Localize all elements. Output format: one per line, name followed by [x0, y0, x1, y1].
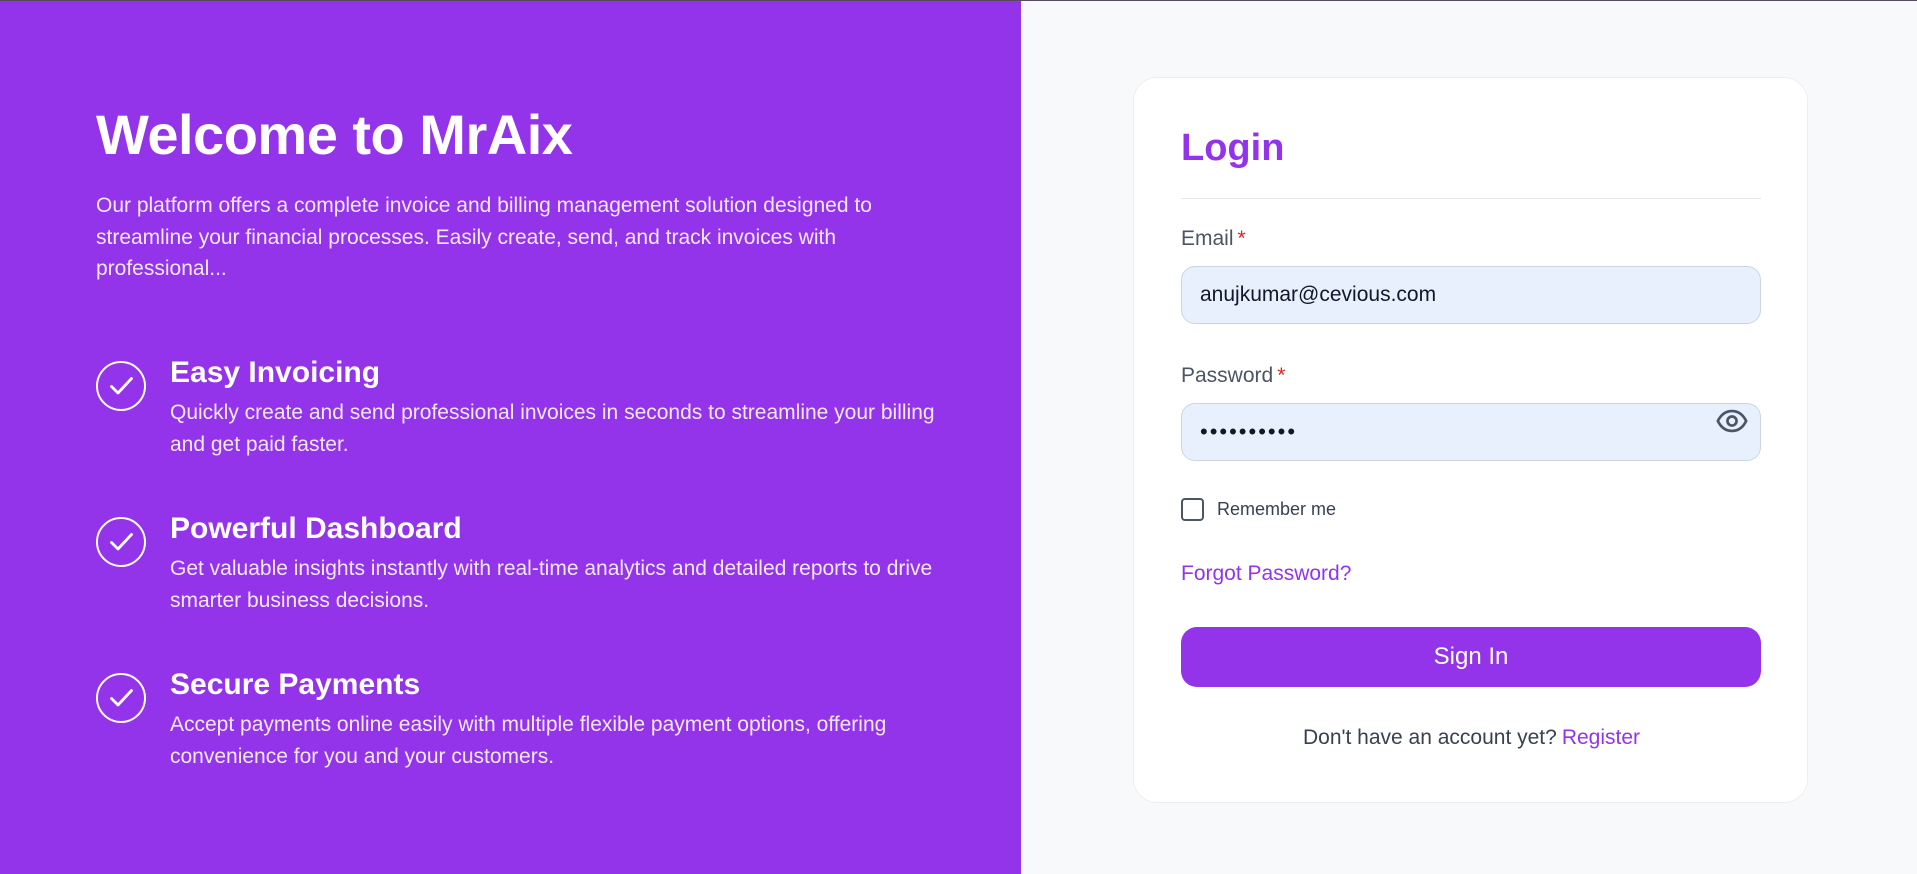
feature-title: Easy Invoicing [170, 356, 381, 389]
check-circle-icon [96, 517, 146, 567]
welcome-description: Our platform offers a complete invoice a… [96, 194, 872, 280]
login-title: Login [1181, 127, 1285, 169]
required-marker: * [1237, 227, 1246, 250]
feature-description: Get valuable insights instantly with rea… [170, 557, 933, 612]
email-label-text: Email [1181, 227, 1234, 250]
welcome-title: Welcome to MrAix [96, 103, 573, 166]
title-divider [1181, 198, 1761, 199]
feature-description: Accept payments online easily with multi… [170, 713, 887, 768]
eye-icon[interactable] [1715, 404, 1749, 438]
login-card: Login Email* Password* Remember me Forgo… [1133, 77, 1808, 803]
checkbox-box[interactable] [1181, 498, 1204, 521]
feature-title: Powerful Dashboard [170, 512, 462, 545]
check-circle-icon [96, 673, 146, 723]
welcome-panel: Welcome to MrAix Our platform offers a c… [0, 1, 1021, 874]
forgot-password-link[interactable]: Forgot Password? [1181, 562, 1351, 586]
required-marker: * [1277, 364, 1286, 387]
email-field[interactable] [1181, 266, 1761, 324]
no-account-text: Don't have an account yet? [1302, 726, 1557, 749]
feature-description: Quickly create and send professional inv… [170, 401, 935, 456]
sign-in-button[interactable]: Sign In [1181, 627, 1761, 687]
register-prompt: Don't have an account yet? Register [1134, 726, 1809, 750]
feature-title: Secure Payments [170, 668, 421, 701]
register-link[interactable]: Register [1562, 726, 1640, 749]
password-label: Password * [1181, 364, 1285, 388]
password-field[interactable] [1181, 403, 1761, 461]
email-label: Email * [1181, 227, 1246, 251]
remember-me-checkbox[interactable]: Remember me [1181, 498, 1336, 521]
password-label-text: Password [1181, 364, 1274, 387]
remember-me-label: Remember me [1217, 499, 1337, 519]
check-circle-icon [96, 361, 146, 411]
